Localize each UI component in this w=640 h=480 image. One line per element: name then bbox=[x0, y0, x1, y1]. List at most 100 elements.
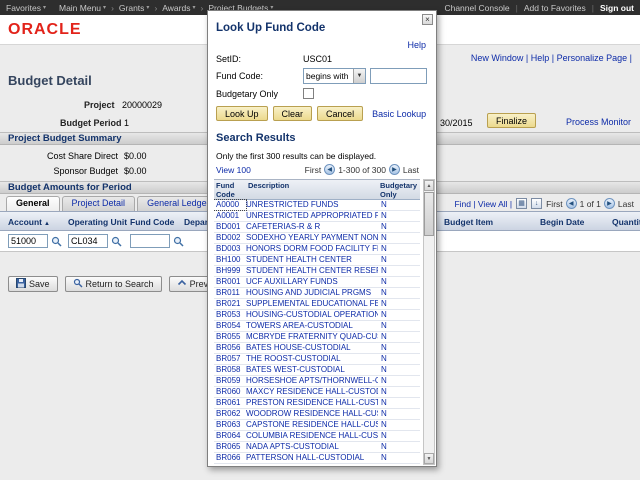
budgetary-only-link[interactable]: N bbox=[378, 365, 420, 375]
description-link[interactable]: HORSESHOE APTS/THORNWELL-CUSTO bbox=[246, 376, 378, 386]
look-up-button[interactable]: Look Up bbox=[216, 106, 268, 121]
operator-select[interactable]: begins with ▼ bbox=[303, 68, 366, 84]
budgetary-only-link[interactable]: N bbox=[378, 299, 420, 309]
menu-favorites[interactable]: Favorites ▾ bbox=[6, 3, 46, 13]
description-link[interactable]: UNRESTRICTED APPROPRIATED FUND bbox=[246, 211, 378, 221]
fund-code-link[interactable]: BR059 bbox=[214, 376, 246, 386]
save-button[interactable]: Save bbox=[8, 276, 58, 292]
budgetary-only-link[interactable]: N bbox=[378, 354, 420, 364]
budgetary-only-checkbox[interactable] bbox=[303, 88, 314, 99]
finalize-button[interactable]: Finalize bbox=[487, 113, 536, 128]
description-link[interactable]: UNRESTRICTED FUNDS bbox=[246, 200, 378, 210]
column-fund-code[interactable]: Fund Code bbox=[130, 217, 174, 227]
description-link[interactable]: PATTERSON HALL-CUSTODIAL bbox=[246, 453, 378, 463]
pager-first-label[interactable]: First bbox=[305, 165, 322, 175]
fund-code-input[interactable] bbox=[130, 234, 170, 248]
process-monitor-link[interactable]: Process Monitor bbox=[566, 117, 631, 127]
fund-code-link[interactable]: BR055 bbox=[214, 332, 246, 342]
scroll-down-icon[interactable]: ▼ bbox=[424, 453, 434, 464]
fund-code-link[interactable]: BR061 bbox=[214, 398, 246, 408]
column-budgetary-only[interactable]: Budgetary Only bbox=[378, 180, 420, 199]
fund-code-link[interactable]: BR053 bbox=[214, 310, 246, 320]
fund-code-link[interactable]: BR057 bbox=[214, 354, 246, 364]
tab-general[interactable]: General bbox=[6, 196, 60, 211]
description-link[interactable]: PRESTON RESIDENCE HALL-CUSTODI bbox=[246, 398, 378, 408]
next-page-icon[interactable]: ▶ bbox=[604, 198, 615, 209]
tab-project-detail[interactable]: Project Detail bbox=[62, 196, 136, 211]
fund-code-link[interactable]: BR065 bbox=[214, 442, 246, 452]
grid-icon[interactable]: ▦ bbox=[516, 198, 527, 209]
description-link[interactable]: STUDENT HEALTH CENTER bbox=[246, 255, 378, 265]
description-link[interactable]: WOODROW RESIDENCE HALL-CUSTODI bbox=[246, 409, 378, 419]
download-icon[interactable]: ↓ bbox=[531, 198, 542, 209]
description-link[interactable]: COLUMBIA RESIDENCE HALL-CUSTOD bbox=[246, 431, 378, 441]
fund-code-link[interactable]: BR062 bbox=[214, 409, 246, 419]
budgetary-only-link[interactable]: N bbox=[378, 233, 420, 243]
prev-page-icon[interactable]: ◀ bbox=[566, 198, 577, 209]
fund-code-link[interactable]: BR056 bbox=[214, 343, 246, 353]
description-link[interactable]: BATES WEST-CUSTODIAL bbox=[246, 365, 378, 375]
column-operating-unit[interactable]: Operating Unit bbox=[68, 217, 127, 227]
description-link[interactable]: NADA APTS-CUSTODIAL bbox=[246, 442, 378, 452]
close-icon[interactable]: × bbox=[422, 14, 433, 25]
budgetary-only-link[interactable]: N bbox=[378, 332, 420, 342]
fund-code-link[interactable]: A0000 bbox=[214, 200, 246, 210]
account-lookup-icon[interactable] bbox=[51, 236, 62, 249]
budgetary-only-link[interactable]: N bbox=[378, 211, 420, 221]
fund-code-link[interactable]: BR054 bbox=[214, 321, 246, 331]
fund-code-search-input[interactable] bbox=[370, 68, 427, 84]
budgetary-only-link[interactable]: N bbox=[378, 321, 420, 331]
description-link[interactable]: SUPPLEMENTAL EDUCATIONAL FEE bbox=[246, 299, 378, 309]
budgetary-only-link[interactable]: N bbox=[378, 409, 420, 419]
fund-code-link[interactable]: BR021 bbox=[214, 299, 246, 309]
budgetary-only-link[interactable]: N bbox=[378, 255, 420, 265]
account-input[interactable] bbox=[8, 234, 48, 248]
budgetary-only-link[interactable]: N bbox=[378, 310, 420, 320]
budgetary-only-link[interactable]: N bbox=[378, 343, 420, 353]
fund-code-link[interactable]: BD003 bbox=[214, 244, 246, 254]
fund-code-link[interactable]: BR011 bbox=[214, 288, 246, 298]
fund-code-link[interactable]: BR066 bbox=[214, 453, 246, 463]
fund-code-link[interactable]: BD001 bbox=[214, 222, 246, 232]
link-sign-out[interactable]: Sign out bbox=[600, 3, 634, 13]
column-begin-date[interactable]: Begin Date bbox=[540, 217, 584, 227]
link-add-to-favorites[interactable]: Add to Favorites bbox=[524, 3, 586, 13]
budgetary-only-link[interactable]: N bbox=[378, 442, 420, 452]
description-link[interactable]: TOWERS AREA-CUSTODIAL bbox=[246, 321, 378, 331]
budgetary-only-link[interactable]: N bbox=[378, 222, 420, 232]
budgetary-only-link[interactable]: N bbox=[378, 277, 420, 287]
pager-first-label[interactable]: First bbox=[546, 199, 563, 209]
description-link[interactable]: HOUSING-CUSTODIAL OPERATIONS bbox=[246, 310, 378, 320]
scrollbar-thumb[interactable] bbox=[424, 192, 434, 236]
fund-code-link[interactable]: BR064 bbox=[214, 431, 246, 441]
prev-page-icon[interactable]: ◀ bbox=[324, 164, 335, 175]
description-link[interactable]: THE ROOST-CUSTODIAL bbox=[246, 354, 378, 364]
fund-code-link[interactable]: BH100 bbox=[214, 255, 246, 265]
column-quantity[interactable]: Quantity bbox=[612, 217, 640, 227]
help-link[interactable]: Help bbox=[407, 40, 426, 50]
page-utility-links[interactable]: New Window | Help | Personalize Page | bbox=[471, 53, 632, 63]
description-link[interactable]: CAPSTONE RESIDENCE HALL-CUSTOD bbox=[246, 420, 378, 430]
fund-code-link[interactable]: BR001 bbox=[214, 277, 246, 287]
fund-code-link[interactable]: BH999 bbox=[214, 266, 246, 276]
column-account[interactable]: Account▲ bbox=[8, 217, 50, 227]
fund-code-link[interactable]: BD002 bbox=[214, 233, 246, 243]
return-to-search-button[interactable]: Return to Search bbox=[65, 276, 162, 292]
description-link[interactable]: MAXCY RESIDENCE HALL-CUSTODIAL bbox=[246, 387, 378, 397]
budgetary-only-link[interactable]: N bbox=[378, 420, 420, 430]
description-link[interactable]: HOUSING AND JUDICIAL PRGMS bbox=[246, 288, 378, 298]
next-page-icon[interactable]: ▶ bbox=[389, 164, 400, 175]
pager-last-label[interactable]: Last bbox=[403, 165, 419, 175]
clear-button[interactable]: Clear bbox=[273, 106, 313, 121]
budgetary-only-link[interactable]: N bbox=[378, 431, 420, 441]
description-link[interactable]: MCBRYDE FRATERNITY QUAD-CUSTOD bbox=[246, 332, 378, 342]
cancel-button[interactable]: Cancel bbox=[317, 106, 363, 121]
pager-last-label[interactable]: Last bbox=[618, 199, 634, 209]
link-channel-console[interactable]: Channel Console bbox=[444, 3, 509, 13]
fund-code-link[interactable]: BR063 bbox=[214, 420, 246, 430]
operating-unit-input[interactable] bbox=[68, 234, 108, 248]
description-link[interactable]: SODEXHO YEARLY PAYMENT NONCAPI bbox=[246, 233, 378, 243]
operating-unit-lookup-icon[interactable] bbox=[111, 236, 122, 249]
budgetary-only-link[interactable]: N bbox=[378, 453, 420, 463]
description-link[interactable]: BATES HOUSE-CUSTODIAL bbox=[246, 343, 378, 353]
